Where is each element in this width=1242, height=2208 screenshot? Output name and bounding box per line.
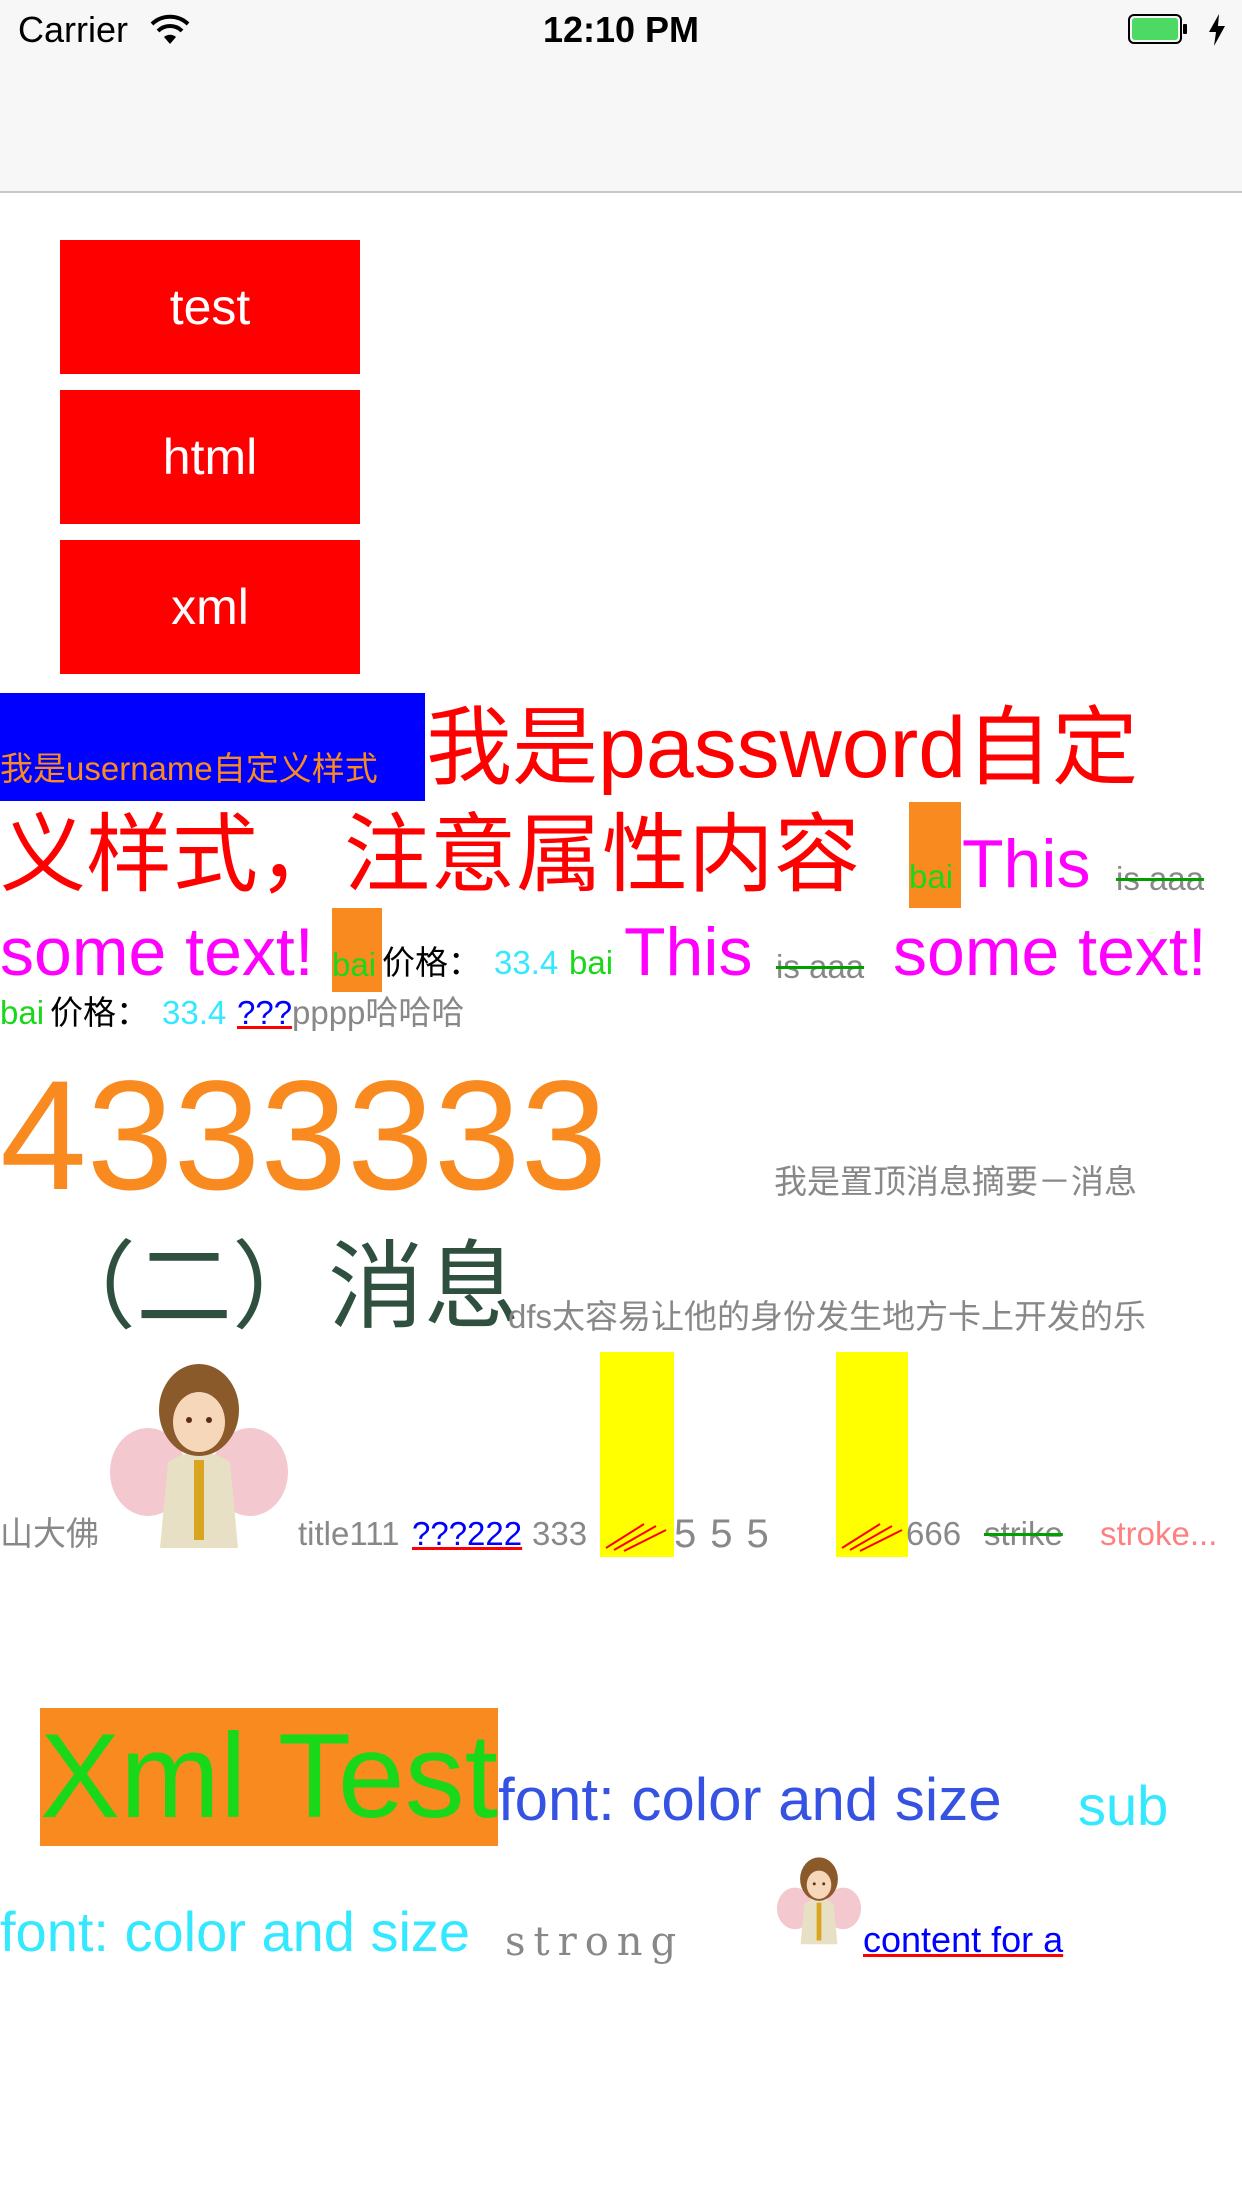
bai-text: bai: [569, 944, 614, 981]
bai-text: bai: [332, 946, 377, 983]
username-text: 我是username自定义样式: [0, 750, 378, 787]
this-text: This: [962, 826, 1091, 902]
pppp-text: pppp哈哈哈: [292, 994, 465, 1031]
battery-icon: [1128, 14, 1187, 44]
scribble-icon: [605, 1523, 667, 1552]
bai-text: bai: [0, 994, 45, 1031]
price-label: 价格：: [50, 994, 149, 1031]
angel-avatar-image: [776, 1857, 862, 1945]
summary-text: 我是置顶消息摘要－消息: [774, 1163, 1137, 1200]
link-qqq[interactable]: ???: [237, 996, 292, 1029]
angel-avatar-image: [110, 1364, 288, 1548]
stroke-text: stroke...: [1100, 1515, 1218, 1552]
n555-text: 555: [674, 1512, 783, 1556]
password-text-cont: 义样式，注意属性内容: [0, 807, 860, 903]
content-link[interactable]: content for a: [863, 1922, 1063, 1958]
test-button[interactable]: test: [60, 240, 360, 374]
link-q222[interactable]: ???222: [412, 1517, 522, 1550]
status-time: 12:10 PM: [542, 9, 700, 50]
is-aaa-text: is aaa: [1116, 860, 1205, 897]
font-color-size-text: font: color and size: [0, 1900, 471, 1963]
xml-button[interactable]: xml: [60, 540, 360, 674]
some-text: some text!: [0, 914, 314, 990]
sub-text: sub: [1078, 1774, 1169, 1837]
this-text: This: [624, 914, 753, 990]
strong-text: strong: [505, 1919, 685, 1965]
title111-text: title111: [298, 1515, 400, 1552]
section-two-heading: （二）消息: [40, 1234, 520, 1341]
price-value: 33.4: [162, 994, 227, 1031]
html-button[interactable]: html: [60, 390, 360, 524]
dfs-text: dfs太容易让他的身份发生地方卡上开发的乐: [508, 1298, 1147, 1335]
xml-test-title: Xml Test: [40, 1709, 498, 1843]
navigation-bar: Carrier 12:10 PM: [0, 0, 1242, 193]
shanda-text: 山大佛: [0, 1515, 99, 1552]
big-number: 4333333: [0, 1049, 608, 1223]
n666-text: 666: [906, 1515, 962, 1552]
is-aaa-text: is aaa: [776, 948, 865, 985]
strike-text: strike: [984, 1515, 1063, 1552]
price-value: 33.4: [494, 944, 559, 981]
price-label: 价格：: [382, 944, 481, 981]
password-text: 我是password自定: [426, 700, 1139, 796]
charging-icon: [1209, 14, 1225, 46]
font-color-size-text: font: color and size: [498, 1766, 1002, 1833]
scribble-icon: [841, 1523, 903, 1552]
some-text: some text!: [893, 914, 1207, 990]
n333-text: 333: [532, 1515, 588, 1552]
bai-text: bai: [909, 858, 954, 895]
